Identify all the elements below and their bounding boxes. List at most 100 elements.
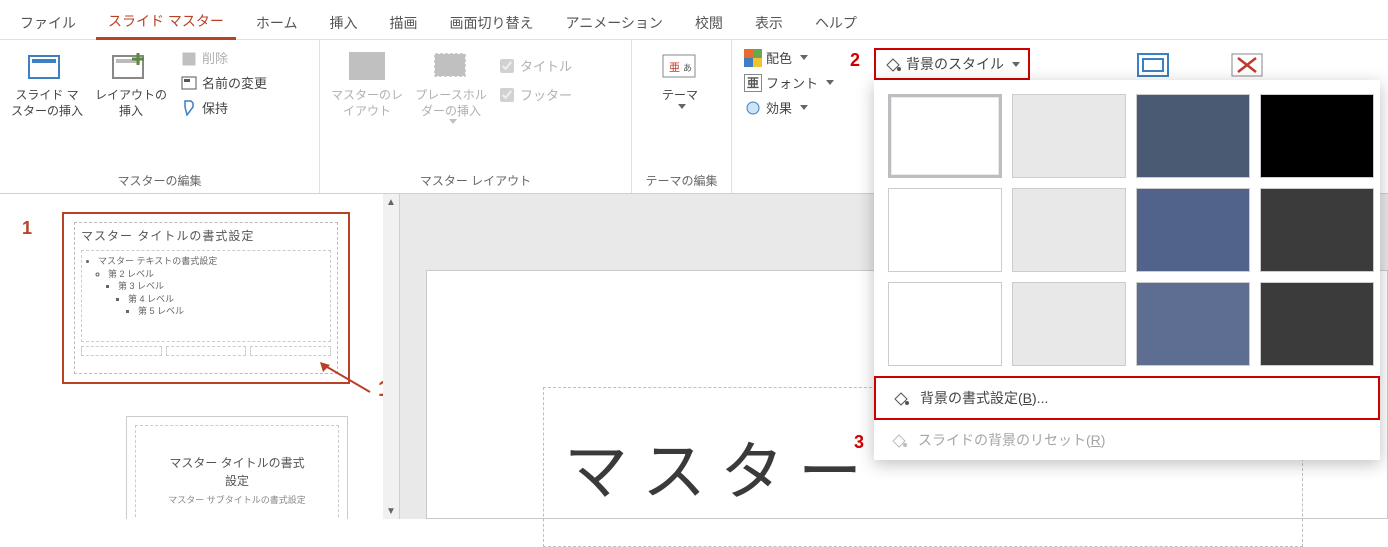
bg-style-swatch-1[interactable] <box>1012 94 1126 178</box>
tab-insert[interactable]: 挿入 <box>317 5 369 39</box>
insert-slide-master-label: スライド マスターの挿入 <box>10 88 84 119</box>
thumbnail-pane: 1 マスター タイトルの書式設定 マスター テキストの書式設定 第 2 レベル … <box>0 194 400 519</box>
format-background-label: 背景の書式設定(B)... <box>920 388 1048 408</box>
thumb-master-title: マスター タイトルの書式設定 <box>81 227 331 244</box>
bg-style-swatch-10[interactable] <box>1136 282 1250 366</box>
annotation-3: 3 <box>854 432 864 453</box>
bg-style-swatch-6[interactable] <box>1136 188 1250 272</box>
title-checkbox: タイトル <box>496 52 576 79</box>
scroll-down-button[interactable]: ▼ <box>383 503 399 519</box>
fonts-label: フォント <box>766 73 818 92</box>
chevron-down-icon <box>800 55 808 60</box>
layout-icon <box>111 48 151 84</box>
ribbon-group-master-layout: マスターのレイアウト プレースホルダーの挿入 タイトル フッター <box>320 40 632 193</box>
master-layout-button: マスターのレイアウト <box>328 44 406 123</box>
tab-review[interactable]: 校閲 <box>683 5 735 39</box>
insert-layout-button[interactable]: レイアウトの挿入 <box>92 44 170 123</box>
fonts-button[interactable]: 亜 フォント <box>740 71 838 94</box>
paint-bucket-icon <box>890 431 908 449</box>
paint-bucket-icon <box>884 55 902 73</box>
chevron-down-icon <box>449 119 457 124</box>
bg-style-swatch-9[interactable] <box>1012 282 1126 366</box>
right-ribbon-icons <box>1134 50 1268 80</box>
delete-label: 削除 <box>202 48 228 67</box>
rename-button[interactable]: 名前の変更 <box>176 71 271 94</box>
title-chk-label: タイトル <box>520 56 572 75</box>
delete-button: 削除 <box>176 46 271 69</box>
bg-style-swatch-5[interactable] <box>1012 188 1126 272</box>
thumb-layout-title-line2: 設定 <box>225 472 249 490</box>
slide-master-icon <box>27 48 67 84</box>
background-styles-label: 背景のスタイル <box>906 54 1004 74</box>
preserve-button[interactable]: 保持 <box>176 96 271 119</box>
themes-button[interactable]: 亜あ テーマ <box>640 44 720 113</box>
bg-style-swatch-3[interactable] <box>1260 94 1374 178</box>
paint-bucket-icon <box>892 389 910 407</box>
rename-icon <box>180 74 198 92</box>
bg-style-swatch-11[interactable] <box>1260 282 1374 366</box>
thumb-master-body: マスター テキストの書式設定 第 2 レベル 第 3 レベル 第 4 レベル 第… <box>81 250 331 342</box>
annotation-2: 2 <box>850 50 860 71</box>
thumbnail-scrollbar[interactable]: ▲ ▼ <box>383 194 399 519</box>
chevron-down-icon <box>800 105 808 110</box>
effects-icon <box>744 99 762 117</box>
group-label-theme-edit: テーマの編集 <box>640 168 723 191</box>
slide-master-thumbnail[interactable]: マスター タイトルの書式設定 マスター テキストの書式設定 第 2 レベル 第 … <box>62 212 350 384</box>
thumb-layout-subtitle: マスター サブタイトルの書式設定 <box>168 494 306 508</box>
bg-style-swatch-7[interactable] <box>1260 188 1374 272</box>
background-styles-button[interactable]: 背景のスタイル <box>874 48 1030 80</box>
tab-help[interactable]: ヘルプ <box>803 5 869 39</box>
chevron-down-icon <box>678 104 686 109</box>
layout-thumbnail[interactable]: マスター タイトルの書式 設定 マスター サブタイトルの書式設定 <box>126 416 348 519</box>
chevron-down-icon <box>1012 62 1020 67</box>
slide-size-icon <box>1134 50 1174 80</box>
chevron-down-icon <box>826 80 834 85</box>
insert-placeholder-label: プレースホルダーの挿入 <box>414 88 488 119</box>
tab-draw[interactable]: 描画 <box>377 5 429 39</box>
insert-placeholder-button: プレースホルダーの挿入 <box>412 44 490 128</box>
footer-chk-label: フッター <box>520 85 572 104</box>
insert-layout-label: レイアウトの挿入 <box>94 88 168 119</box>
annotation-1-left: 1 <box>22 218 32 239</box>
fonts-icon: 亜 <box>744 74 762 92</box>
bg-style-swatch-4[interactable] <box>888 188 1002 272</box>
bg-style-swatch-0[interactable] <box>888 94 1002 178</box>
themes-label: テーマ <box>662 88 698 104</box>
group-label-master-layout: マスター レイアウト <box>328 168 623 191</box>
master-layout-label: マスターのレイアウト <box>330 88 404 119</box>
colors-icon <box>744 49 762 67</box>
tab-home[interactable]: ホーム <box>244 5 310 39</box>
delete-icon <box>180 49 198 67</box>
svg-text:亜: 亜 <box>669 62 680 74</box>
footer-checkbox: フッター <box>496 81 576 108</box>
close-master-icon <box>1228 50 1268 80</box>
ribbon-group-master-edit: スライド マスターの挿入 レイアウトの挿入 削除 <box>0 40 320 193</box>
rename-label: 名前の変更 <box>202 73 267 92</box>
reset-slide-background-menu-item: スライドの背景のリセット(R) <box>874 420 1380 460</box>
tab-slide-master[interactable]: スライド マスター <box>96 3 236 40</box>
thumb-layout-title-line1: マスター タイトルの書式 <box>169 454 304 472</box>
insert-slide-master-button[interactable]: スライド マスターの挿入 <box>8 44 86 123</box>
master-title-text: マスター <box>564 421 876 513</box>
tab-view[interactable]: 表示 <box>743 5 795 39</box>
colors-label: 配色 <box>766 48 792 67</box>
svg-text:あ: あ <box>683 63 692 73</box>
scroll-up-button[interactable]: ▲ <box>383 194 399 210</box>
colors-button[interactable]: 配色 <box>740 46 838 69</box>
preserve-label: 保持 <box>202 98 228 117</box>
ribbon-group-theme-edit: 亜あ テーマ テーマの編集 <box>632 40 732 193</box>
effects-button[interactable]: 効果 <box>740 96 838 119</box>
ribbon-tabs: ファイル スライド マスター ホーム 挿入 描画 画面切り替え アニメーション … <box>0 0 1388 40</box>
preserve-icon <box>180 99 198 117</box>
tab-file[interactable]: ファイル <box>8 5 88 39</box>
bg-style-swatch-8[interactable] <box>888 282 1002 366</box>
bg-style-swatch-2[interactable] <box>1136 94 1250 178</box>
background-styles-dropdown: 背景の書式設定(B)... スライドの背景のリセット(R) <box>874 80 1380 460</box>
master-layout-icon <box>347 48 387 84</box>
tab-animations[interactable]: アニメーション <box>553 5 674 39</box>
format-background-menu-item[interactable]: 背景の書式設定(B)... <box>874 376 1380 420</box>
ribbon: スライド マスターの挿入 レイアウトの挿入 削除 <box>0 40 1388 194</box>
reset-slide-background-label: スライドの背景のリセット(R) <box>918 430 1105 450</box>
ribbon-group-background: 配色 亜 フォント 効果 <box>732 40 892 193</box>
tab-transitions[interactable]: 画面切り替え <box>437 5 545 39</box>
